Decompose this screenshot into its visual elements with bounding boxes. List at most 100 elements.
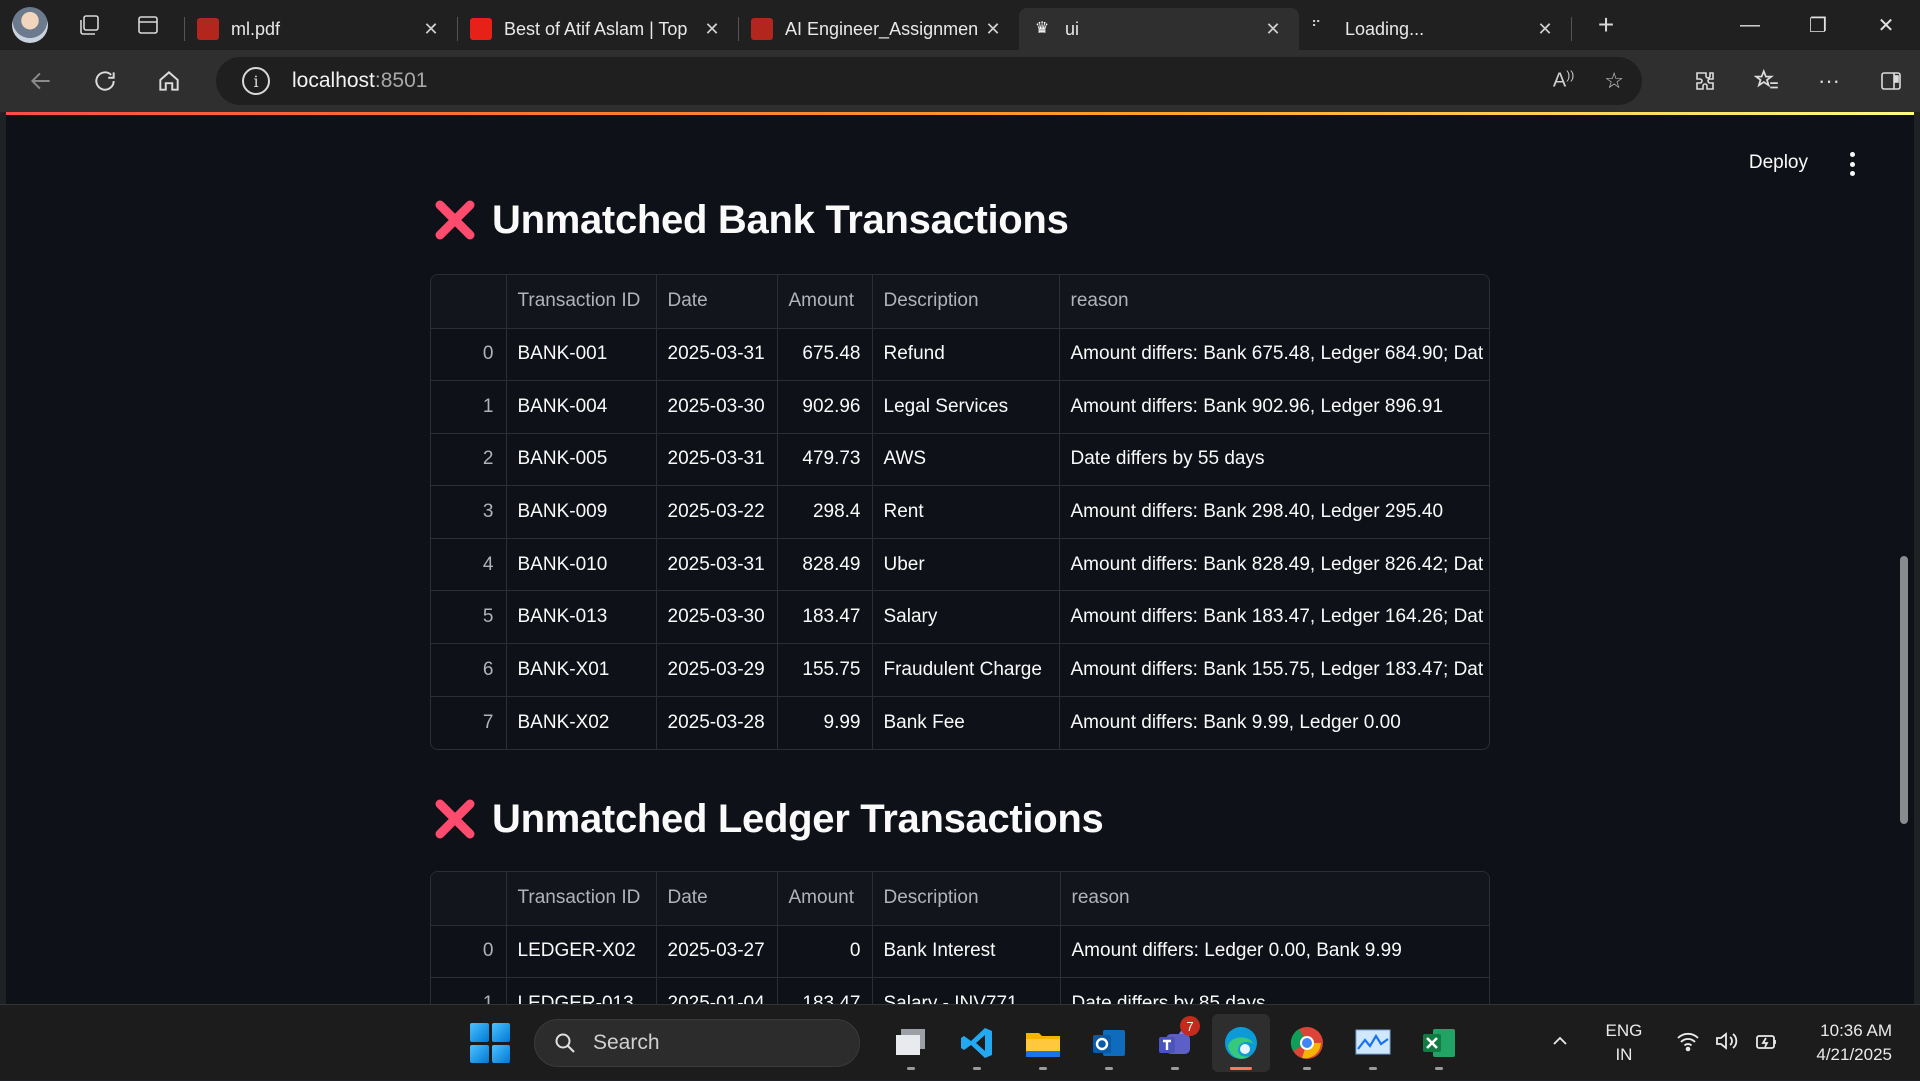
row-index-cell[interactable]: 6 [431,643,507,697]
back-button[interactable] [18,58,64,104]
battery-charging-icon[interactable] [1754,1030,1780,1057]
chrome-icon[interactable] [1278,1014,1336,1072]
column-header[interactable]: Amount [777,275,873,329]
close-icon[interactable]: ✕ [1531,15,1559,43]
vscode-icon[interactable] [948,1014,1006,1072]
table-row[interactable]: 4 BANK-010 2025-03-31 828.49 Uber Amount diff… [431,538,1489,592]
column-header[interactable]: Date [656,872,778,926]
tab-ai-engineer-pdf[interactable]: AI Engineer_Assignmen ✕ [739,8,1019,50]
taskbar-search[interactable]: Search [534,1019,860,1067]
table-cell[interactable]: 2025-03-31 [656,538,778,592]
table-cell[interactable]: Amount differs: Ledger 0.00, Bank 9.99 [1060,925,1489,979]
table-cell[interactable]: Date differs by 55 days [1059,433,1489,487]
main-menu-icon[interactable] [1842,152,1862,176]
table-cell[interactable]: 155.75 [777,643,873,697]
profile-avatar[interactable] [12,7,48,43]
table-cell[interactable]: Uber [872,538,1060,592]
table-cell[interactable]: Fraudulent Charge [872,643,1060,697]
table-cell[interactable]: 675.48 [777,328,873,382]
ledger-dataframe[interactable]: Transaction ID Date Amount Description r… [430,871,1490,1004]
teams-icon[interactable]: 7 [1146,1014,1204,1072]
close-icon[interactable]: ✕ [979,15,1007,43]
column-header[interactable]: Transaction ID [506,872,657,926]
row-index-cell[interactable]: 0 [431,328,507,382]
close-icon[interactable]: ✕ [417,15,445,43]
row-index-cell[interactable]: 1 [431,977,507,1004]
table-cell[interactable]: Amount differs: Bank 675.48, Ledger 684.… [1059,328,1489,382]
excel-icon[interactable] [1410,1014,1468,1072]
table-cell[interactable]: 2025-03-29 [656,643,778,697]
table-cell[interactable]: 2025-03-31 [656,328,778,382]
row-index-cell[interactable]: 7 [431,696,507,749]
table-cell[interactable]: 183.47 [777,590,873,645]
outlook-icon[interactable] [1080,1014,1138,1072]
table-cell[interactable]: BANK-009 [506,485,657,539]
table-cell[interactable]: Refund [872,328,1060,382]
table-cell[interactable]: 2025-01-04 [656,977,778,1004]
row-index-cell[interactable]: 2 [431,433,507,487]
new-tab-button[interactable]: + [1584,3,1628,47]
row-index-cell[interactable]: 1 [431,380,507,434]
table-cell[interactable]: 0 [777,925,873,979]
table-cell[interactable]: AWS [872,433,1060,487]
table-row[interactable]: 5 BANK-013 2025-03-30 183.47 Salary Amount di… [431,590,1489,645]
table-cell[interactable]: Amount differs: Bank 183.47, Ledger 164.… [1059,590,1489,645]
table-cell[interactable]: 902.96 [777,380,873,434]
page-scrollbar[interactable] [1900,556,1908,824]
table-cell[interactable]: LEDGER-013 [506,977,657,1004]
table-cell[interactable]: Amount differs: Bank 828.49, Ledger 826.… [1059,538,1489,592]
resource-monitor-icon[interactable] [1344,1014,1402,1072]
table-cell[interactable]: Rent [872,485,1060,539]
start-button[interactable] [470,1023,510,1063]
table-row[interactable]: 0 BANK-001 2025-03-31 675.48 Refund Amount di… [431,328,1489,382]
language-indicator[interactable]: ENG IN [1606,1019,1643,1067]
file-explorer-windows-icon[interactable] [882,1014,940,1072]
column-header[interactable]: Description [872,275,1060,329]
table-cell[interactable]: 2025-03-28 [656,696,778,749]
tab-ml-pdf[interactable]: ml.pdf ✕ [185,8,457,50]
table-cell[interactable]: 828.49 [777,538,873,592]
wifi-icon[interactable] [1676,1030,1700,1057]
table-cell[interactable]: 479.73 [777,433,873,487]
table-cell[interactable]: Amount differs: Bank 155.75, Ledger 183.… [1059,643,1489,697]
folder-icon[interactable] [1014,1014,1072,1072]
table-cell[interactable]: Date differs by 85 days [1060,978,1489,1004]
table-cell[interactable]: BANK-X01 [506,643,657,697]
table-row[interactable]: 0 LEDGER-X02 2025-03-27 0 Bank Interest Amoun… [431,925,1489,979]
home-button[interactable] [146,58,192,104]
volume-icon[interactable] [1714,1030,1740,1057]
tab-actions-icon[interactable] [126,3,170,47]
column-header[interactable] [431,872,507,926]
table-row[interactable]: 1 BANK-004 2025-03-30 902.96 Legal Services A… [431,380,1489,434]
table-cell[interactable]: BANK-010 [506,538,657,592]
table-cell[interactable]: Amount differs: Bank 902.96, Ledger 896.… [1059,380,1489,434]
table-cell[interactable]: Bank Fee [872,696,1060,749]
restore-button[interactable]: ❐ [1784,0,1852,50]
table-cell[interactable]: BANK-004 [506,380,657,434]
deploy-button[interactable]: Deploy [1749,152,1808,174]
close-window-button[interactable]: ✕ [1852,0,1920,50]
table-row[interactable]: 3 BANK-009 2025-03-22 298.4 Rent Amount diffe… [431,485,1489,539]
table-cell[interactable]: Bank Interest [872,925,1061,979]
bank-dataframe[interactable]: Transaction ID Date Amount Description r… [430,274,1490,750]
table-cell[interactable]: 2025-03-30 [656,380,778,434]
column-header[interactable]: reason [1060,872,1489,926]
favorites-icon[interactable] [1744,58,1790,104]
table-cell[interactable]: BANK-005 [506,433,657,487]
address-bar[interactable]: i localhost:8501 A)) ☆ [216,57,1642,105]
table-cell[interactable]: Legal Services [872,380,1060,434]
read-aloud-icon[interactable]: A)) [1553,68,1574,94]
table-cell[interactable]: BANK-013 [506,590,657,645]
table-cell[interactable]: 183.47 [777,977,873,1004]
table-cell[interactable]: Amount differs: Bank 298.40, Ledger 295.… [1059,485,1489,539]
column-header[interactable]: Amount [777,872,873,926]
refresh-button[interactable] [82,58,128,104]
table-cell[interactable]: BANK-X02 [506,696,657,749]
table-cell[interactable]: 2025-03-31 [656,433,778,487]
edge-icon[interactable] [1212,1014,1270,1072]
system-clock[interactable]: 10:36 AM 4/21/2025 [1816,1019,1892,1067]
minimize-button[interactable]: — [1716,0,1784,50]
column-header[interactable]: Date [656,275,778,329]
row-index-cell[interactable]: 3 [431,485,507,539]
row-index-cell[interactable]: 4 [431,538,507,592]
